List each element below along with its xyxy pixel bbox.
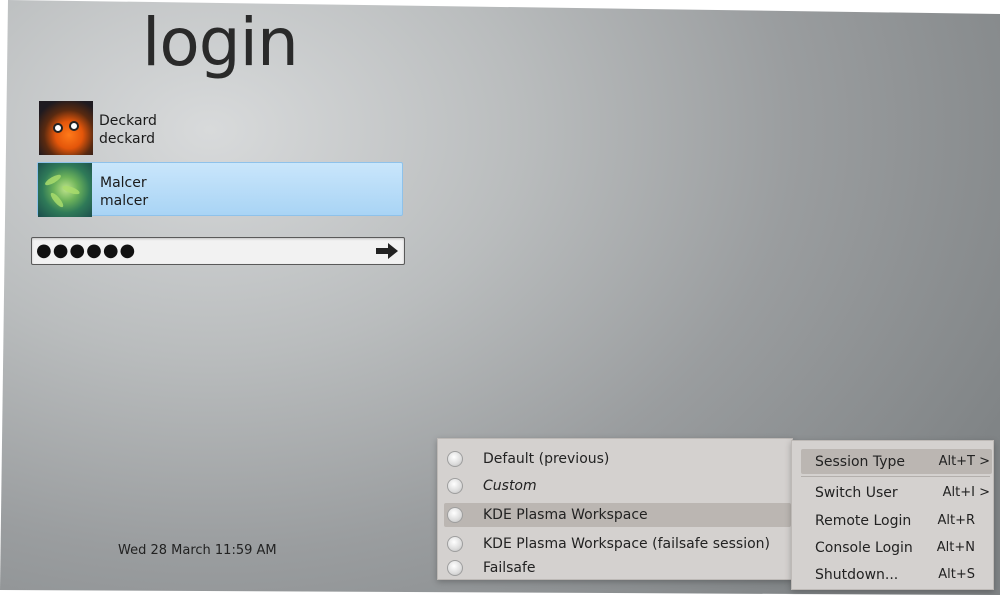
login-submit-button[interactable]	[374, 241, 400, 261]
menu-item-label: Switch User	[815, 485, 898, 501]
menu-item-shortcut: Alt+S	[938, 567, 975, 582]
menu-item-shortcut: Alt+N	[936, 540, 975, 555]
session-option-label: KDE Plasma Workspace (failsafe session)	[483, 536, 770, 552]
user-login-name: deckard	[99, 131, 156, 147]
session-option-custom[interactable]: Custom	[438, 473, 794, 499]
session-option-label: Failsafe	[483, 560, 536, 576]
menu-item-remote-login[interactable]: Remote Login Alt+R	[792, 507, 995, 534]
menu-item-shortcut: Alt+T	[938, 454, 975, 469]
page-title: login	[142, 4, 299, 81]
menu-separator	[801, 476, 990, 477]
session-option-label: Default (previous)	[483, 451, 610, 467]
radio-icon[interactable]	[447, 507, 463, 523]
user-item-deckard[interactable]: Deckard deckard	[37, 101, 403, 155]
session-option-kde-plasma[interactable]: KDE Plasma Workspace	[438, 502, 794, 528]
menu-item-switch-user[interactable]: Switch User Alt+I >	[792, 479, 995, 506]
session-type-submenu: Default (previous) Custom KDE Plasma Wor…	[437, 438, 793, 580]
menu-item-label: Console Login	[815, 540, 913, 556]
password-value: ●●●●●●	[36, 240, 137, 261]
clock: Wed 28 March 11:59 AM	[118, 543, 277, 558]
chevron-right-icon: >	[979, 485, 990, 500]
menu-item-shutdown[interactable]: Shutdown... Alt+S	[792, 561, 995, 588]
avatar	[39, 101, 93, 155]
user-login-name: malcer	[100, 193, 149, 209]
arrow-right-icon	[376, 243, 398, 259]
session-option-label: KDE Plasma Workspace	[483, 507, 648, 523]
radio-icon[interactable]	[447, 478, 463, 494]
session-option-default[interactable]: Default (previous)	[438, 446, 794, 472]
radio-icon[interactable]	[447, 451, 463, 467]
password-field[interactable]: ●●●●●●	[31, 237, 405, 265]
session-option-kde-failsafe[interactable]: KDE Plasma Workspace (failsafe session)	[438, 531, 794, 557]
menu-item-shortcut: Alt+I	[942, 485, 975, 500]
menu-item-session-type[interactable]: Session Type Alt+T >	[792, 448, 995, 475]
session-option-label: Custom	[483, 478, 537, 494]
menu-item-shortcut: Alt+R	[937, 513, 975, 528]
user-display-name: Deckard	[99, 113, 157, 129]
user-item-malcer[interactable]: Malcer malcer	[37, 162, 403, 217]
menu-item-label: Session Type	[815, 454, 906, 470]
radio-icon[interactable]	[447, 536, 463, 552]
chevron-right-icon: >	[979, 454, 990, 469]
menu-item-console-login[interactable]: Console Login Alt+N	[792, 534, 995, 561]
menu-item-label: Shutdown...	[815, 567, 899, 583]
session-option-failsafe[interactable]: Failsafe	[438, 555, 794, 581]
radio-icon[interactable]	[447, 560, 463, 576]
avatar	[38, 163, 92, 217]
login-options-menu: Session Type Alt+T > Switch User Alt+I >…	[791, 440, 994, 590]
menu-item-label: Remote Login	[815, 513, 912, 529]
user-display-name: Malcer	[100, 175, 147, 191]
